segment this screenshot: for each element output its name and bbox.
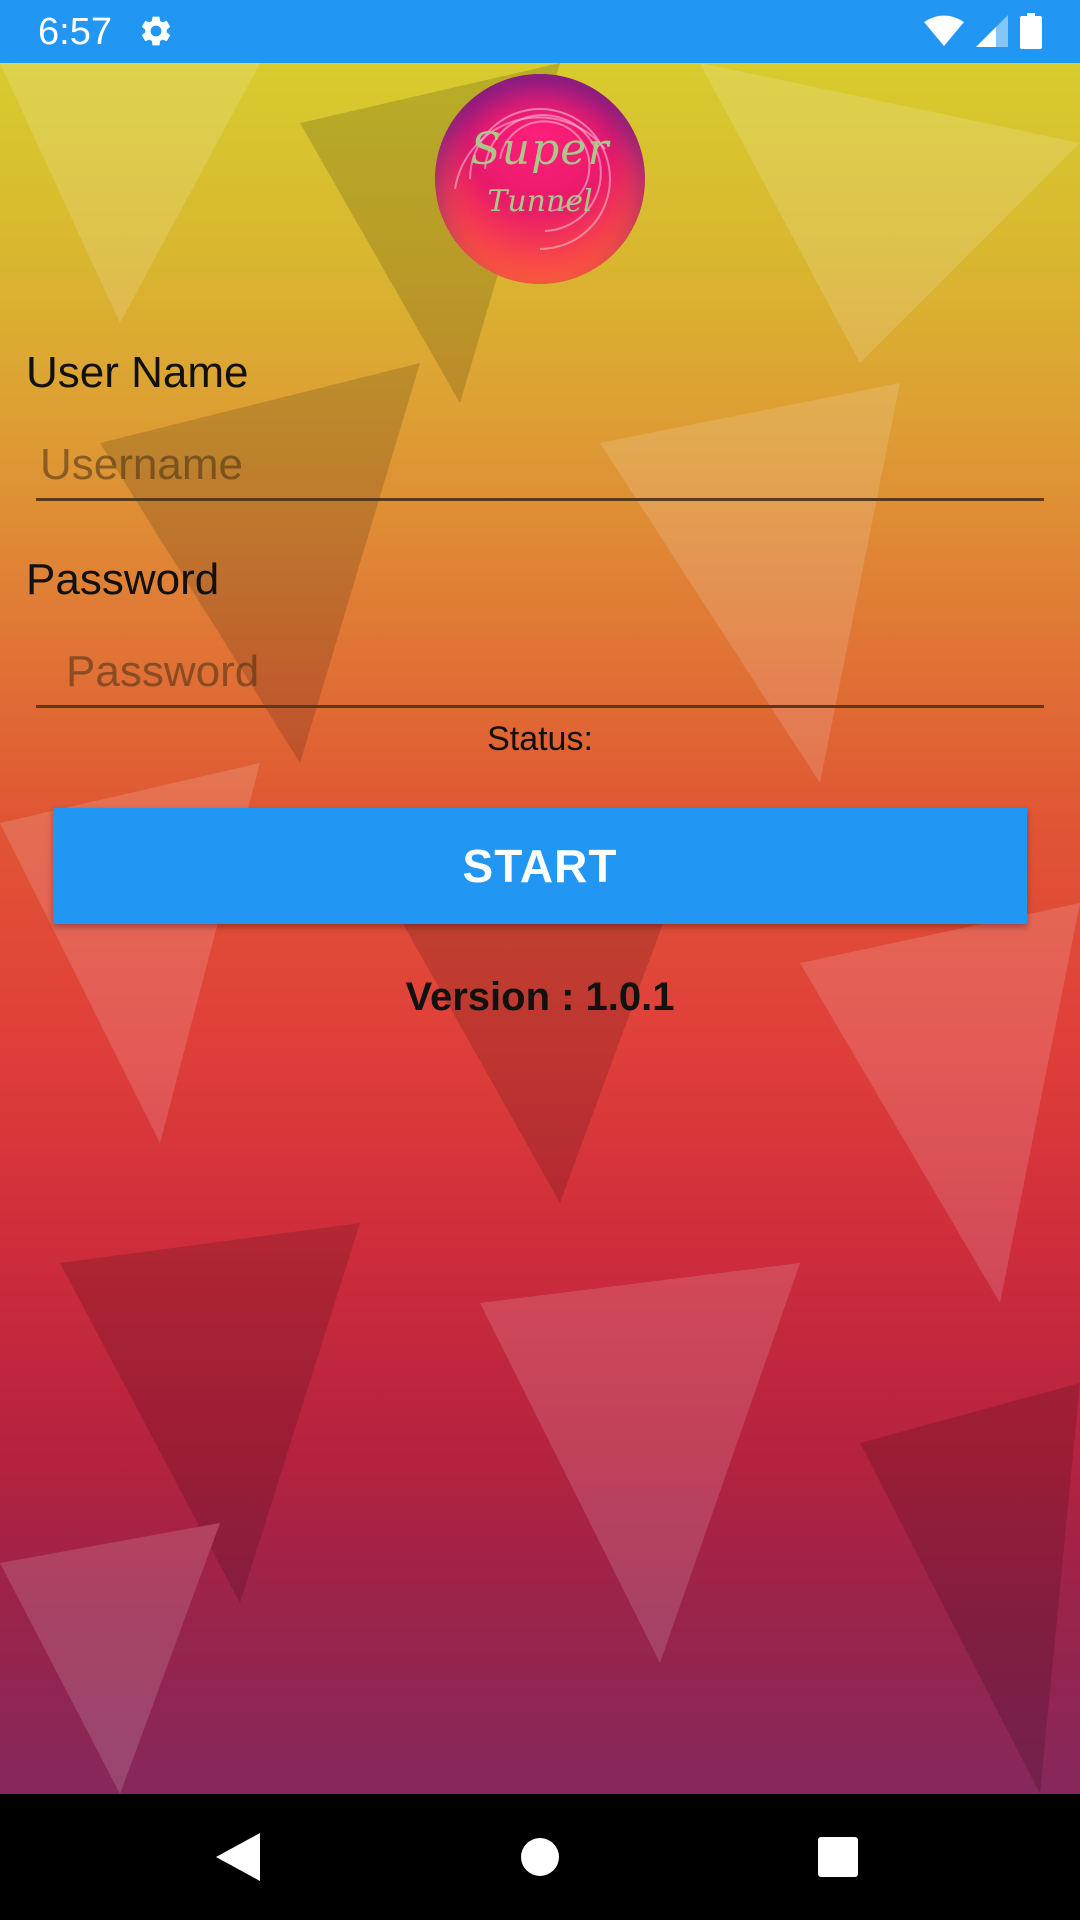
logo-text-tunnel: Tunnel (487, 184, 593, 219)
signal-icon (976, 15, 1008, 47)
gear-icon (141, 16, 171, 46)
status-icons (924, 13, 1042, 49)
logo-text-super: Super (470, 124, 610, 175)
main-screen: Super Tunnel User Name Password (0, 63, 1080, 1794)
background-pattern (0, 63, 1080, 1794)
back-icon (216, 1833, 260, 1881)
home-icon (521, 1838, 559, 1876)
status-bar: 6:57 (0, 0, 1080, 63)
swirl-icon (454, 108, 611, 250)
home-button[interactable] (510, 1827, 570, 1887)
back-button[interactable] (208, 1827, 268, 1887)
app-logo: Super Tunnel (435, 74, 645, 284)
password-input[interactable] (36, 638, 1044, 708)
battery-icon (1020, 13, 1042, 49)
navigation-bar (0, 1794, 1080, 1920)
recents-button[interactable] (808, 1827, 868, 1887)
recents-icon (818, 1837, 858, 1877)
wifi-icon (924, 15, 964, 46)
start-button[interactable]: START (53, 808, 1027, 924)
status-label: Status: (487, 720, 593, 758)
username-input[interactable] (36, 431, 1044, 501)
username-label: User Name (26, 348, 249, 397)
version-label: Version : 1.0.1 (405, 975, 675, 1019)
status-time: 6:57 (38, 11, 112, 53)
password-label: Password (26, 555, 220, 604)
